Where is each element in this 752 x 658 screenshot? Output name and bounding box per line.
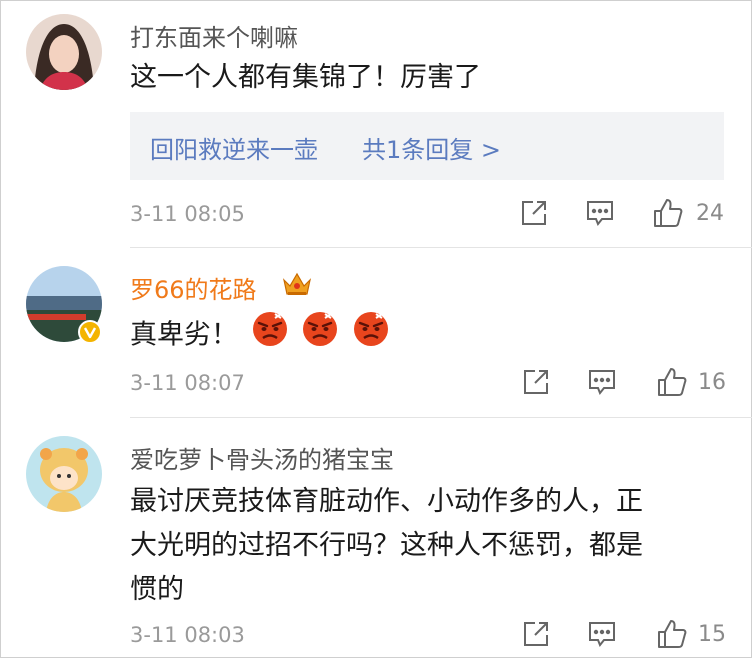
crown-icon: [282, 270, 312, 298]
like-icon[interactable]: [652, 197, 684, 229]
username[interactable]: 爱吃萝卜骨头汤的猪宝宝: [130, 440, 394, 475]
comment-text-line: 惯的: [130, 574, 184, 605]
timestamp: 3-11 08:03: [130, 623, 245, 647]
avatar[interactable]: [26, 14, 102, 90]
timestamp: 3-11 08:05: [130, 202, 245, 226]
username[interactable]: 罗66的花路: [130, 270, 257, 305]
avatar[interactable]: [26, 436, 102, 512]
like-count: 15: [698, 622, 726, 647]
comment-text-line: 大光明的过招不行吗？这种人不惩罚，都是: [130, 530, 643, 561]
reply-author-link[interactable]: 回阳救逆来一壶: [150, 130, 318, 165]
comment-text-line: 最讨厌竞技体育脏动作、小动作多的人，正: [130, 486, 643, 517]
reply-preview[interactable]: 回阳救逆来一壶 共1条回复 >: [130, 112, 724, 180]
angry-emoji-icon: [301, 310, 339, 362]
timestamp: 3-11 08:07: [130, 371, 245, 395]
comment-text-body: 真卑劣！: [130, 319, 238, 351]
share-icon[interactable]: [520, 199, 548, 227]
verified-icon: [78, 320, 102, 344]
comment-text: 最讨厌竞技体育脏动作、小动作多的人，正 大光明的过招不行吗？这种人不惩罚，都是 …: [130, 480, 710, 612]
comment-icon[interactable]: [588, 368, 616, 396]
comment-icon[interactable]: [586, 199, 614, 227]
like-count: 16: [698, 370, 726, 395]
like-icon[interactable]: [656, 366, 688, 398]
reply-count-link[interactable]: 共1条回复 >: [362, 130, 501, 165]
angry-emoji-icon: [251, 310, 289, 362]
divider: [130, 247, 752, 248]
share-icon[interactable]: [522, 368, 550, 396]
like-icon[interactable]: [656, 618, 688, 650]
angry-emoji-icon: [352, 310, 390, 362]
like-count: 24: [696, 201, 724, 226]
comment-text: 真卑劣！: [130, 310, 710, 362]
comment-text: 这一个人都有集锦了！厉害了: [130, 62, 481, 93]
username[interactable]: 打东面来个喇嘛: [130, 18, 298, 53]
comment-icon[interactable]: [588, 620, 616, 648]
divider: [130, 417, 752, 418]
share-icon[interactable]: [522, 620, 550, 648]
